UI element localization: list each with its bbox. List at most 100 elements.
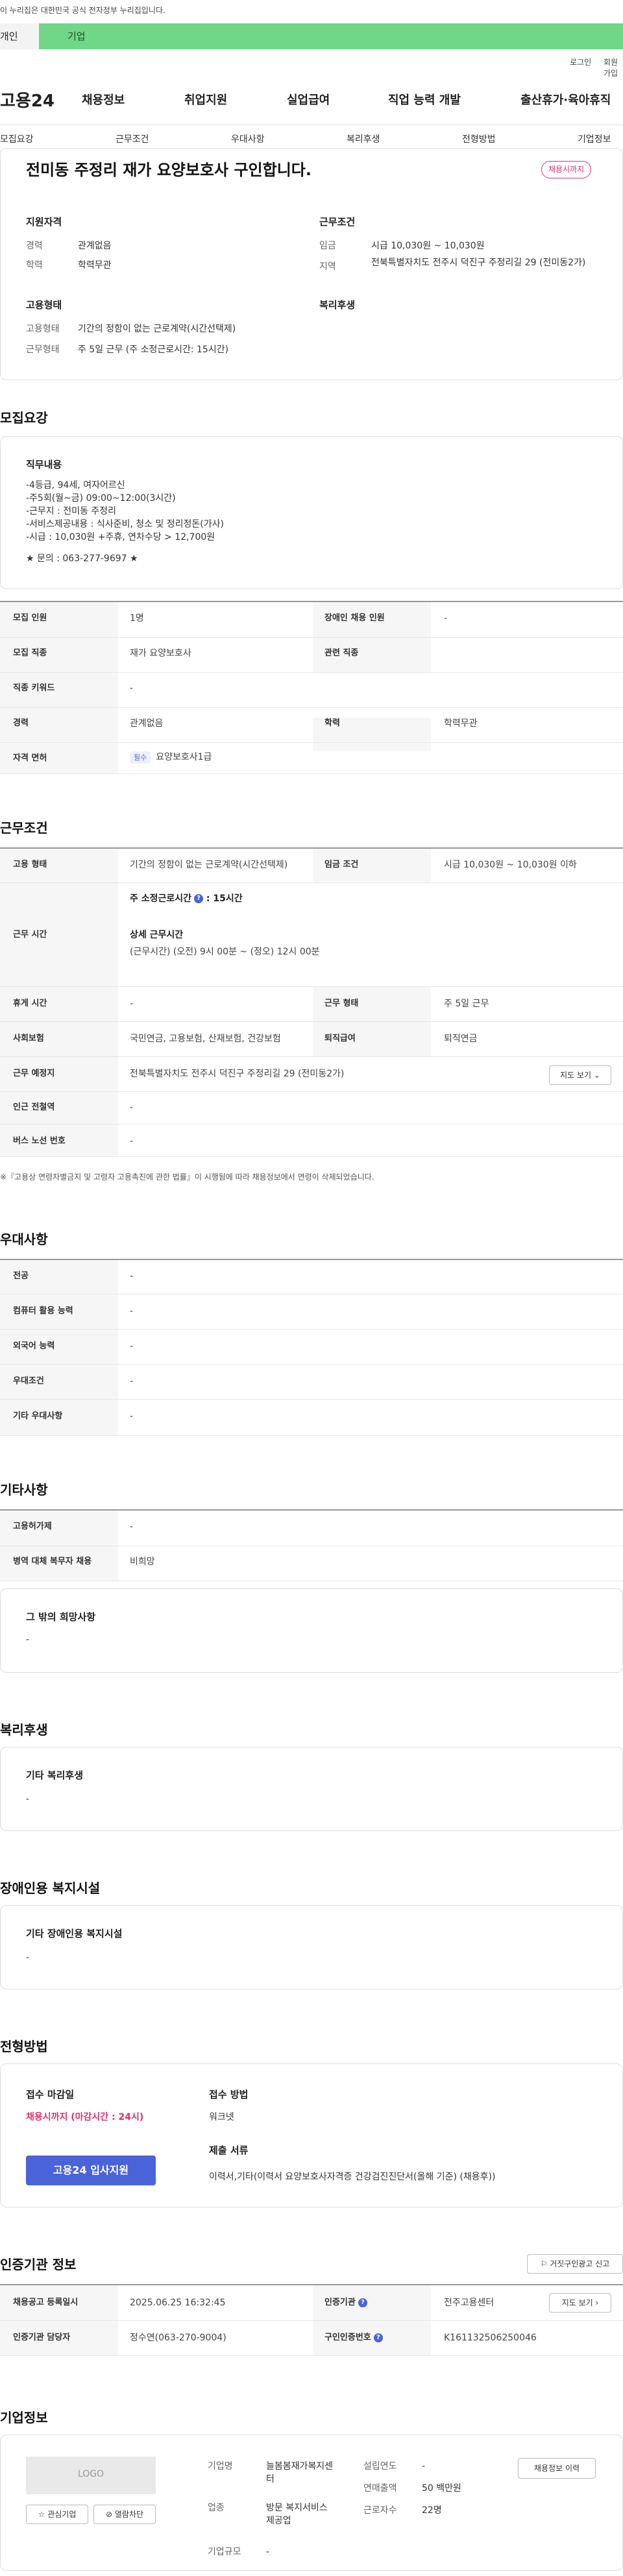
row-divider [0,742,623,743]
wage-label: 임금 [319,241,336,251]
license-value-wrap: 필수 요양보호사1급 [130,751,212,764]
disabled-value: - [444,613,448,624]
apply-button[interactable]: 고용24 입사지원 [26,2156,156,2185]
row-divider [0,707,623,708]
row-divider [0,2355,623,2356]
row-divider [0,1156,623,1157]
map-button[interactable]: 지도 보기 ⌄ [549,1065,611,1085]
agency-map-label: 지도 보기 [561,2298,593,2307]
license-value: 요양보호사1급 [156,752,212,762]
agency-map-button[interactable]: 지도 보기 › [549,2293,611,2313]
reg-label: 채용공고 등록일시 [13,2298,79,2307]
subnav-welfare[interactable]: 복리후생 [347,134,380,147]
gnb-item-leave[interactable]: 출산휴가·육아휴직 [520,92,611,108]
severance-label: 퇴직급여 [324,1034,356,1043]
major-value: - [130,1271,134,1282]
subnav-conditions[interactable]: 근무조건 [116,134,149,147]
manager-value: 정수연(063-270-9004) [130,2333,226,2343]
hiring-history-button[interactable]: 채용정보 이력 [518,2458,596,2479]
member-type-switch: 개인 기업 [0,23,623,49]
military-label: 병역 대체 복무자 채용 [13,1557,92,1566]
permit-label: 고용허가제 [13,1522,52,1531]
gnb-item-benefit[interactable]: 실업급여 [287,92,330,108]
rest-value: - [130,999,134,1009]
disabled-label: 장애인 채용 인원 [324,613,385,623]
wish-value: - [26,1634,30,1645]
subnav-selection[interactable]: 전형방법 [462,134,496,147]
row-divider [0,1021,623,1022]
site-logo[interactable]: 고용24 [0,90,55,113]
insurance-label: 사회보험 [13,1034,44,1043]
gnb-item-training[interactable]: 직업 능력 개발 [388,92,461,108]
report-icon: ⚐ [540,2259,548,2268]
favorite-company-button[interactable]: ☆ 관심기업 [26,2505,88,2524]
cond-emptype-label: 고용 형태 [13,860,47,869]
disabled-box-title: 기타 장애인용 복지시설 [26,1928,123,1939]
career-value: 관계없음 [78,241,112,251]
gnb-item-jobs[interactable]: 채용정보 [82,92,125,108]
required-tag: 필수 [130,751,151,764]
edu-value-2: 학력무관 [444,718,478,729]
deadline-value: 채용시까지 (마감시간 : 24시) [26,2112,144,2122]
row-divider [0,1435,623,1436]
org-value: 전주고용센터 [444,2298,495,2308]
row-divider [0,1056,623,1057]
info-icon[interactable]: ? [358,2298,367,2307]
block-company-button[interactable]: ⊘ 열람차단 [93,2505,156,2524]
login-link[interactable]: 로그인 [570,57,591,68]
report-button-label: 거짓구인광고 신고 [550,2259,610,2268]
welfare-title: 복리후생 [0,1722,48,1738]
info-icon[interactable]: ? [194,894,204,903]
row-divider [0,882,623,883]
row-divider [0,986,623,987]
industry-value: 방문 복지서비스 제공업 [266,2503,328,2526]
emptype-value: 기간의 정함이 없는 근로계약(시간선택제) [78,324,236,334]
rest-label: 휴게 시간 [13,999,47,1008]
worktime-label: 근무 시간 [13,930,47,940]
worktime-week-wrap: 주 소정근로시간? : 15시간 [130,893,243,906]
founded-label: 설립연도 [363,2461,397,2472]
cond-emptype-value: 기간의 정함이 없는 근로계약(시간선택제) [130,860,288,870]
etc-title: 기타사항 [0,1482,48,1498]
gov-banner: 이 누리집은 대한민국 공식 전자정부 누리집입니다. [0,0,623,23]
size-value: - [266,2547,270,2557]
subnav-recruit[interactable]: 모집요강 [0,134,34,147]
gnb-item-support[interactable]: 취업지원 [184,92,227,108]
cond-heading: 근무조건 [319,216,356,228]
agency-title: 인증기관 정보 [0,2257,77,2272]
size-label: 기업규모 [208,2547,241,2557]
info-icon[interactable]: ? [373,2333,383,2342]
gov-banner-text: 이 누리집은 대한민국 공식 전자정부 누리집입니다. [0,6,165,15]
job-title: 전미동 주정리 재가 요양보호사 구인합니다. [26,161,312,179]
job-label: 모집 직종 [13,648,47,658]
duty-text: -4등급, 94세, 여자어르신 -주5회(월~금) 09:00~12:00(3… [26,480,224,542]
career-label: 경력 [26,241,43,251]
chevron-right-icon: › [595,2298,599,2307]
subnav-company[interactable]: 기업정보 [578,134,611,147]
computer-label: 컴퓨터 활용 능력 [13,1306,73,1316]
company-name-label: 기업명 [208,2461,233,2472]
related-label: 관련 직종 [324,648,359,658]
block-label: 열람차단 [114,2510,144,2519]
form-value: 주 5일 근무 [444,999,489,1009]
auth-num-label: 구인인증번호 [324,2333,371,2342]
region-label: 지역 [319,261,336,272]
docs-value: 이력서,기타(이력서 요양보호사자격증 건강검진진단서(올해 기준) (채용후)… [209,2172,496,2182]
worktype-value: 주 5일 근무 (주 소정근로시간: 15시간) [78,345,229,355]
subnav-preference[interactable]: 우대사항 [231,134,265,147]
count-label: 모집 인원 [13,613,47,623]
computer-value: - [130,1306,134,1317]
tab-personal[interactable]: 개인 [0,23,39,49]
join-link[interactable]: 회원가입 [604,57,623,79]
selection-title: 전형방법 [0,2039,48,2054]
recruit-title: 모집요강 [0,410,48,426]
military-value: 비희망 [130,1557,155,1567]
block-icon: ⊘ [105,2510,113,2519]
report-button[interactable]: ⚐ 거짓구인광고 신고 [527,2254,623,2274]
contact-text: ★ 문의 : 063-277-9697 ★ [26,553,138,564]
tab-company[interactable]: 기업 [39,23,623,49]
other-pref-label: 기타 우대사항 [13,1411,63,1421]
pref-cond-label: 우대조건 [13,1376,44,1386]
deadline-title: 접수 마감일 [26,2089,75,2100]
edu-label-2: 학력 [324,718,340,728]
